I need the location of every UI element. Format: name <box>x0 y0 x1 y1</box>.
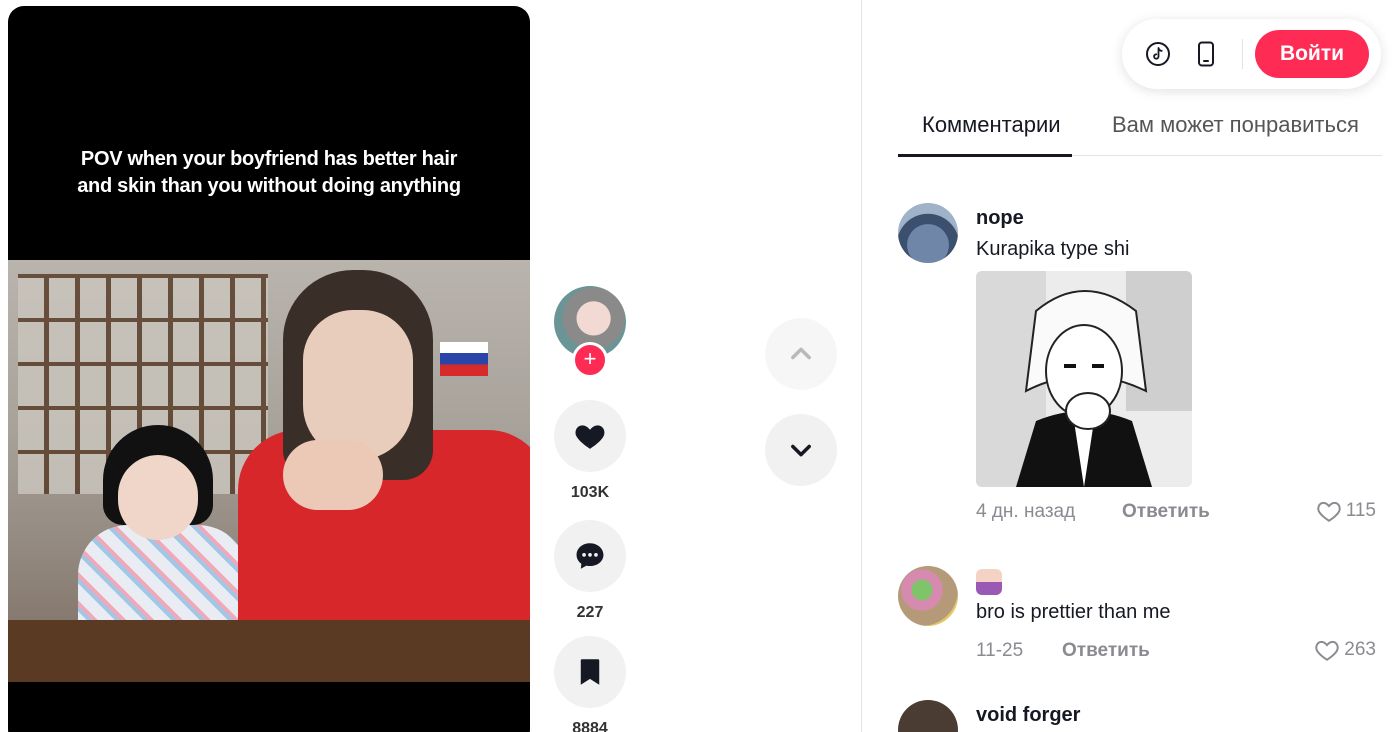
panel-divider <box>861 0 862 732</box>
tab-you-may-like[interactable]: Вам может понравиться <box>1112 112 1359 138</box>
previous-video-button[interactable] <box>765 318 837 390</box>
save-action: 8884 <box>554 636 626 732</box>
tiktok-video-page: POV when your boyfriend has better hair … <box>0 0 1395 732</box>
comment-text: Kurapika type shi <box>976 238 1130 260</box>
comment-like[interactable]: 263 <box>1314 638 1376 662</box>
comment-like-count: 115 <box>1345 500 1376 521</box>
chevron-up-icon <box>791 347 811 360</box>
tab-comments[interactable]: Комментарии <box>922 112 1061 138</box>
mobile-phone-icon[interactable] <box>1193 41 1219 67</box>
comment-text: bro is prettier than me <box>976 601 1171 623</box>
reply-button[interactable]: Ответить <box>1062 640 1150 662</box>
comment-username[interactable] <box>976 566 1376 596</box>
next-video-button[interactable] <box>765 414 837 486</box>
heart-outline-icon <box>1315 640 1339 661</box>
comment-body: bro is prettier than me 11-25 Ответить 2… <box>976 566 1376 668</box>
comment-like-count: 263 <box>1344 639 1376 660</box>
comment-attached-image[interactable] <box>976 271 1192 487</box>
comment-action: 227 <box>554 520 626 626</box>
comment-meta: 4 дн. назад Ответить 115 <box>976 497 1376 529</box>
commenter-avatar[interactable] <box>898 566 958 626</box>
comment-body: void forger <box>976 700 1376 730</box>
comment-username[interactable]: nope <box>976 203 1376 233</box>
comment-date: 4 дн. назад <box>976 501 1076 522</box>
top-header-bar: Войти <box>1122 19 1381 89</box>
action-bar: + 103K 227 8884 <box>554 286 626 732</box>
comment-like[interactable]: 115 <box>1316 499 1376 523</box>
comment-meta: 11-25 Ответить 263 <box>976 636 1376 668</box>
chevron-down-icon <box>791 444 811 457</box>
tiktok-icon[interactable] <box>1145 41 1171 67</box>
photo-table <box>8 620 530 682</box>
comment-count: 227 <box>576 604 604 621</box>
save-button[interactable] <box>554 636 626 708</box>
anime-character-image <box>976 271 1192 487</box>
heart-outline-icon <box>1317 501 1341 522</box>
comment-bubble-icon <box>576 543 604 569</box>
reply-button[interactable]: Ответить <box>1122 501 1210 523</box>
comment-username[interactable]: void forger <box>976 700 1376 730</box>
video-caption: POV when your boyfriend has better hair … <box>8 146 530 200</box>
caption-line-1: POV when your boyfriend has better hair <box>80 148 458 170</box>
username-emoji-icon <box>976 568 1002 595</box>
caption-line-2: and skin than you without doing anything <box>77 175 461 197</box>
commenter-avatar[interactable] <box>898 203 958 263</box>
comment-date: 11-25 <box>976 640 1024 661</box>
commenter-avatar[interactable] <box>898 700 958 732</box>
comment-body: nope Kurapika type shi 4 дн. назад Ответ <box>976 203 1376 529</box>
like-action: 103K <box>554 400 626 506</box>
like-count: 103K <box>570 484 610 501</box>
login-button[interactable]: Войти <box>1255 30 1369 78</box>
video-player[interactable]: POV when your boyfriend has better hair … <box>8 6 530 732</box>
active-tab-indicator <box>898 154 1072 157</box>
header-separator <box>1242 39 1243 69</box>
follow-button[interactable]: + <box>572 342 608 378</box>
creator-avatar[interactable]: + <box>554 286 626 378</box>
comment-button[interactable] <box>554 520 626 592</box>
like-button[interactable] <box>554 400 626 472</box>
save-count: 8884 <box>572 720 608 732</box>
side-panel-tabs: Комментарии Вам может понравиться <box>898 104 1382 157</box>
video-frame-image <box>8 260 530 682</box>
bookmark-icon <box>580 659 600 685</box>
heart-icon <box>575 425 605 449</box>
